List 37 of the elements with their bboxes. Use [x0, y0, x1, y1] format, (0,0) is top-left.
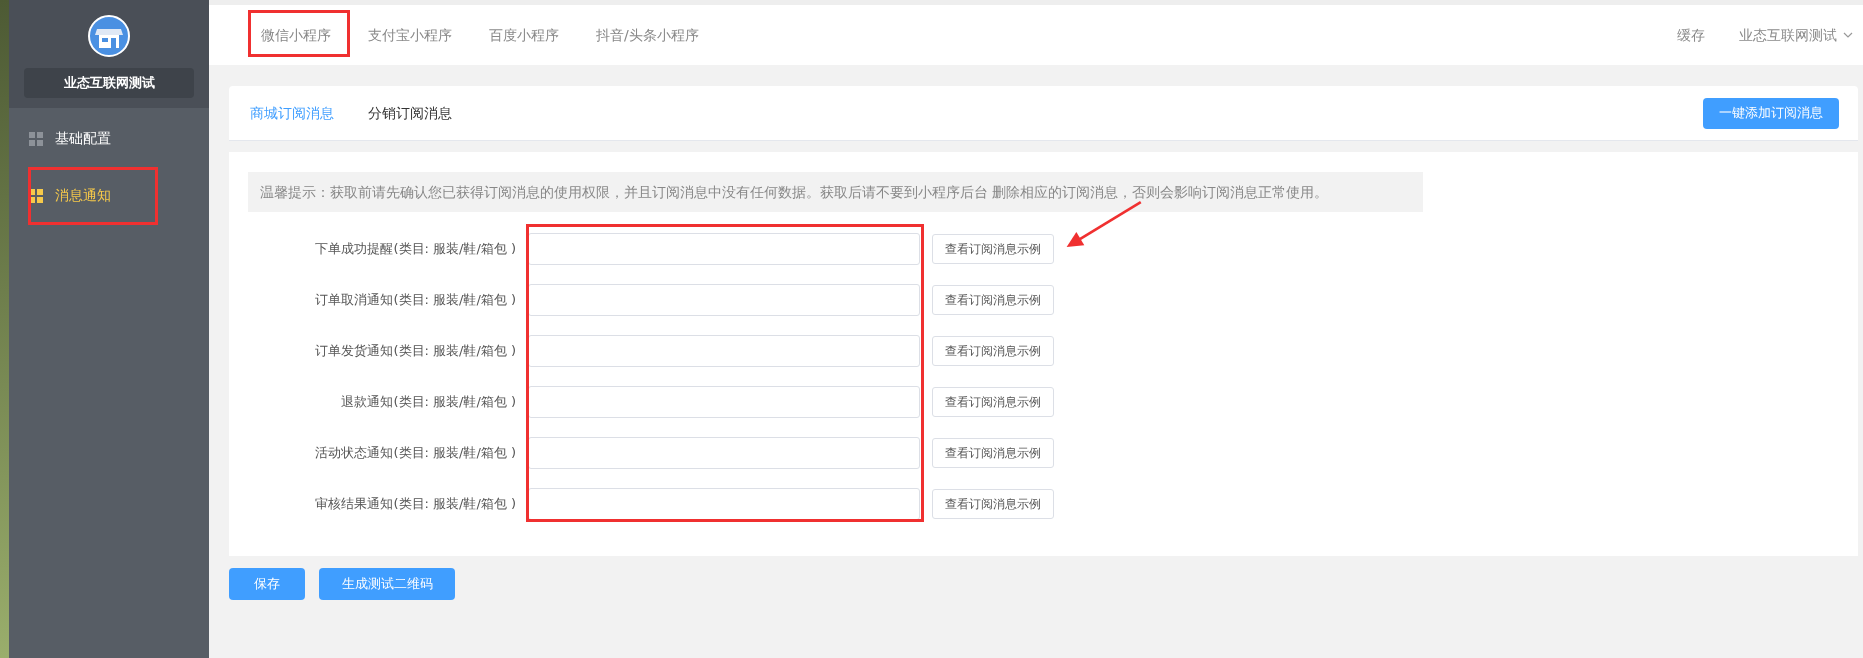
tip-banner: 温馨提示：获取前请先确认您已获得订阅消息的使用权限，并且订阅消息中没有任何数据。获取后请不要到小程序后台 删除相应的订阅消息，否则会影响订阅消息正常使用。: [248, 172, 1423, 212]
shop-logo-icon: [88, 15, 130, 57]
grid-icon: [29, 188, 43, 203]
view-example-button[interactable]: 查看订阅消息示例: [932, 234, 1054, 264]
grid-icon: [29, 131, 43, 146]
sidebar-item[interactable]: 基础配置: [9, 110, 209, 167]
view-example-button[interactable]: 查看订阅消息示例: [932, 285, 1054, 315]
cache-button[interactable]: 缓存: [1677, 24, 1705, 46]
save-button[interactable]: 保存: [229, 568, 305, 600]
field-label: 活动状态通知(类目: 服装/鞋/箱包 ): [314, 444, 517, 463]
input-field[interactable]: [528, 437, 920, 469]
platform-tab[interactable]: 微信小程序: [249, 24, 343, 46]
chevron-down-icon: [1843, 32, 1853, 38]
field-label: 下单成功提醒(类目: 服装/鞋/箱包 ): [314, 240, 517, 259]
field-label: 订单发货通知(类目: 服装/鞋/箱包 ): [314, 342, 517, 361]
input-field[interactable]: [528, 386, 920, 418]
input-field[interactable]: [528, 233, 920, 265]
view-example-button[interactable]: 查看订阅消息示例: [932, 387, 1054, 417]
view-example-button[interactable]: 查看订阅消息示例: [932, 336, 1054, 366]
field-label: 退款通知(类目: 服装/鞋/箱包 ): [340, 393, 517, 412]
shop-name: 业态互联网测试: [24, 68, 194, 98]
account-menu[interactable]: 业态互联网测试: [1739, 24, 1853, 46]
platform-tab[interactable]: 支付宝小程序: [356, 24, 464, 46]
sidebar-item[interactable]: 消息通知: [9, 167, 209, 224]
view-example-button[interactable]: 查看订阅消息示例: [932, 489, 1054, 519]
field-label: 订单取消通知(类目: 服装/鞋/箱包 ): [314, 291, 517, 310]
platform-tab[interactable]: 抖音/头条小程序: [584, 24, 711, 46]
field-label: 审核结果通知(类目: 服装/鞋/箱包 ): [314, 495, 517, 514]
message-tab[interactable]: 分销订阅消息: [368, 102, 452, 124]
input-field[interactable]: [528, 335, 920, 367]
input-field[interactable]: [528, 284, 920, 316]
add-subscription-button[interactable]: 一键添加订阅消息: [1703, 97, 1839, 129]
platform-tab[interactable]: 百度小程序: [477, 24, 571, 46]
input-field[interactable]: [528, 488, 920, 520]
generate-qrcode-button[interactable]: 生成测试二维码: [319, 568, 455, 600]
message-tab[interactable]: 商城订阅消息: [250, 102, 334, 124]
view-example-button[interactable]: 查看订阅消息示例: [932, 438, 1054, 468]
